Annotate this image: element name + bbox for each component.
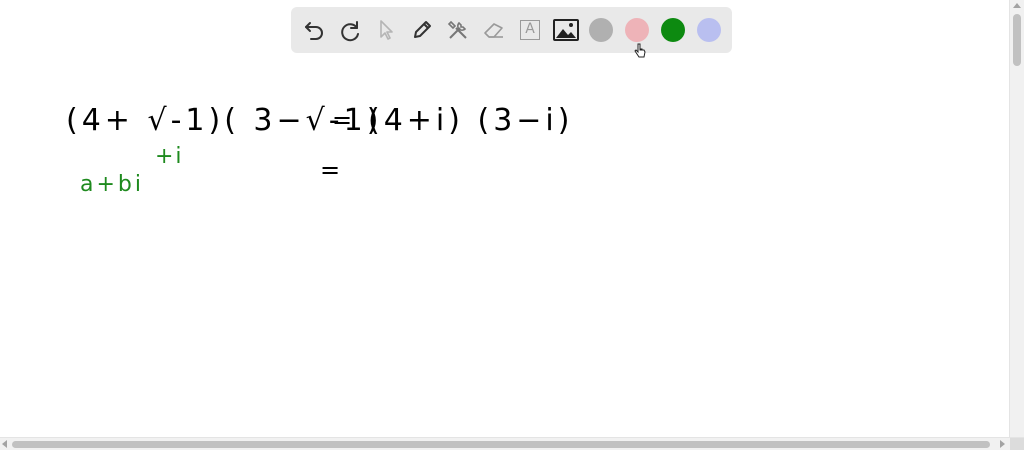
scroll-left-icon[interactable] [2,440,7,448]
eraser-button[interactable] [476,12,512,48]
horizontal-scroll-thumb[interactable] [12,441,990,448]
color-swatch-gray[interactable] [589,18,613,42]
equals-sign-2: = [320,156,340,184]
horizontal-scrollbar[interactable] [0,437,1024,450]
tools-icon [446,18,470,42]
redo-button[interactable] [332,12,368,48]
color-swatch-lavender[interactable] [697,18,721,42]
undo-icon [302,18,326,42]
scrollbar-corner [1010,438,1024,450]
text-button[interactable]: A [512,12,548,48]
scroll-right-icon[interactable] [1000,440,1005,448]
vertical-scroll-thumb[interactable] [1013,14,1021,66]
scroll-up-icon[interactable] [1013,3,1021,8]
redo-icon [338,18,362,42]
vertical-scrollbar[interactable] [1009,0,1024,438]
pen-button[interactable] [404,12,440,48]
text-icon: A [520,20,540,40]
equals-sign-1: = [332,106,352,134]
pen-icon [410,18,434,42]
pointer-icon [374,18,398,42]
drawing-toolbar: A [291,7,732,53]
note-plus-i: +i [155,144,184,169]
color-swatch-pink[interactable] [625,18,649,42]
color-swatch-green[interactable] [661,18,685,42]
expression-rhs: (4+i) (3−i) [368,103,573,138]
image-icon [553,19,579,41]
image-button[interactable] [548,12,584,48]
eraser-icon [482,18,506,42]
select-button[interactable] [368,12,404,48]
whiteboard-canvas[interactable]: (4+ √-1)( 3−√-1) = (4+i) (3−i) = a+bi +i [0,60,1010,438]
note-a-plus-bi: a+bi [80,172,144,197]
tools-button[interactable] [440,12,476,48]
undo-button[interactable] [296,12,332,48]
